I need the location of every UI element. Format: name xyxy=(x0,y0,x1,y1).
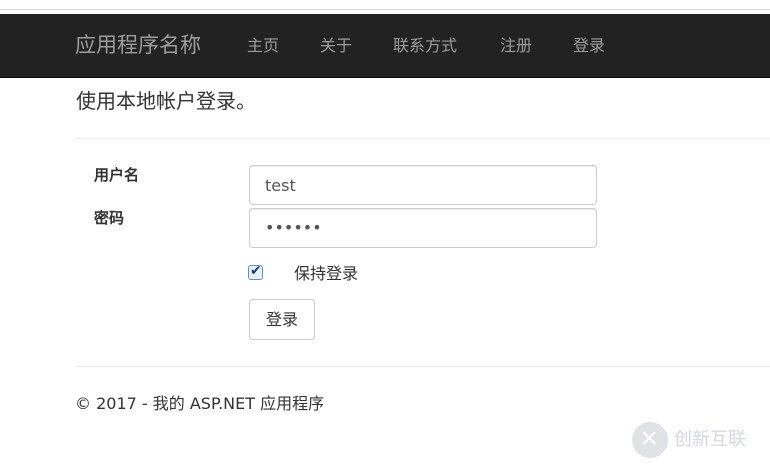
login-button[interactable]: 登录 xyxy=(249,299,315,340)
password-label: 密码 xyxy=(94,209,125,227)
username-input[interactable] xyxy=(249,165,597,205)
cross-logo-icon: ✕ xyxy=(632,422,668,458)
footer-divider xyxy=(75,366,770,367)
nav-item-login[interactable]: 登录 xyxy=(573,35,605,57)
checkmark-icon: ✔ xyxy=(250,263,262,279)
nav-item-home[interactable]: 主页 xyxy=(247,35,279,57)
remember-me-label[interactable]: 保持登录 xyxy=(294,263,358,285)
nav-item-register[interactable]: 注册 xyxy=(500,35,532,57)
password-input[interactable]: •••••• xyxy=(249,208,597,248)
username-label: 用户名 xyxy=(94,166,140,184)
page: 应用程序名称 主页 关于 联系方式 注册 登录 使用本地帐户登录。 用户名 密码… xyxy=(0,0,770,469)
remember-me-checkbox[interactable]: ✔ xyxy=(248,263,263,280)
navbar: 应用程序名称 主页 关于 联系方式 注册 登录 xyxy=(0,14,770,78)
watermark-text: 创新互联 xyxy=(674,429,746,450)
navbar-brand[interactable]: 应用程序名称 xyxy=(75,31,201,59)
nav-item-contact[interactable]: 联系方式 xyxy=(393,35,457,57)
browser-top-divider xyxy=(0,9,770,10)
heading-divider xyxy=(75,138,770,139)
footer-text: © 2017 - 我的 ASP.NET 应用程序 xyxy=(75,394,325,413)
nav-item-about[interactable]: 关于 xyxy=(320,35,352,57)
watermark: ✕ 创新互联 xyxy=(632,420,764,460)
page-heading: 使用本地帐户登录。 xyxy=(76,89,256,113)
